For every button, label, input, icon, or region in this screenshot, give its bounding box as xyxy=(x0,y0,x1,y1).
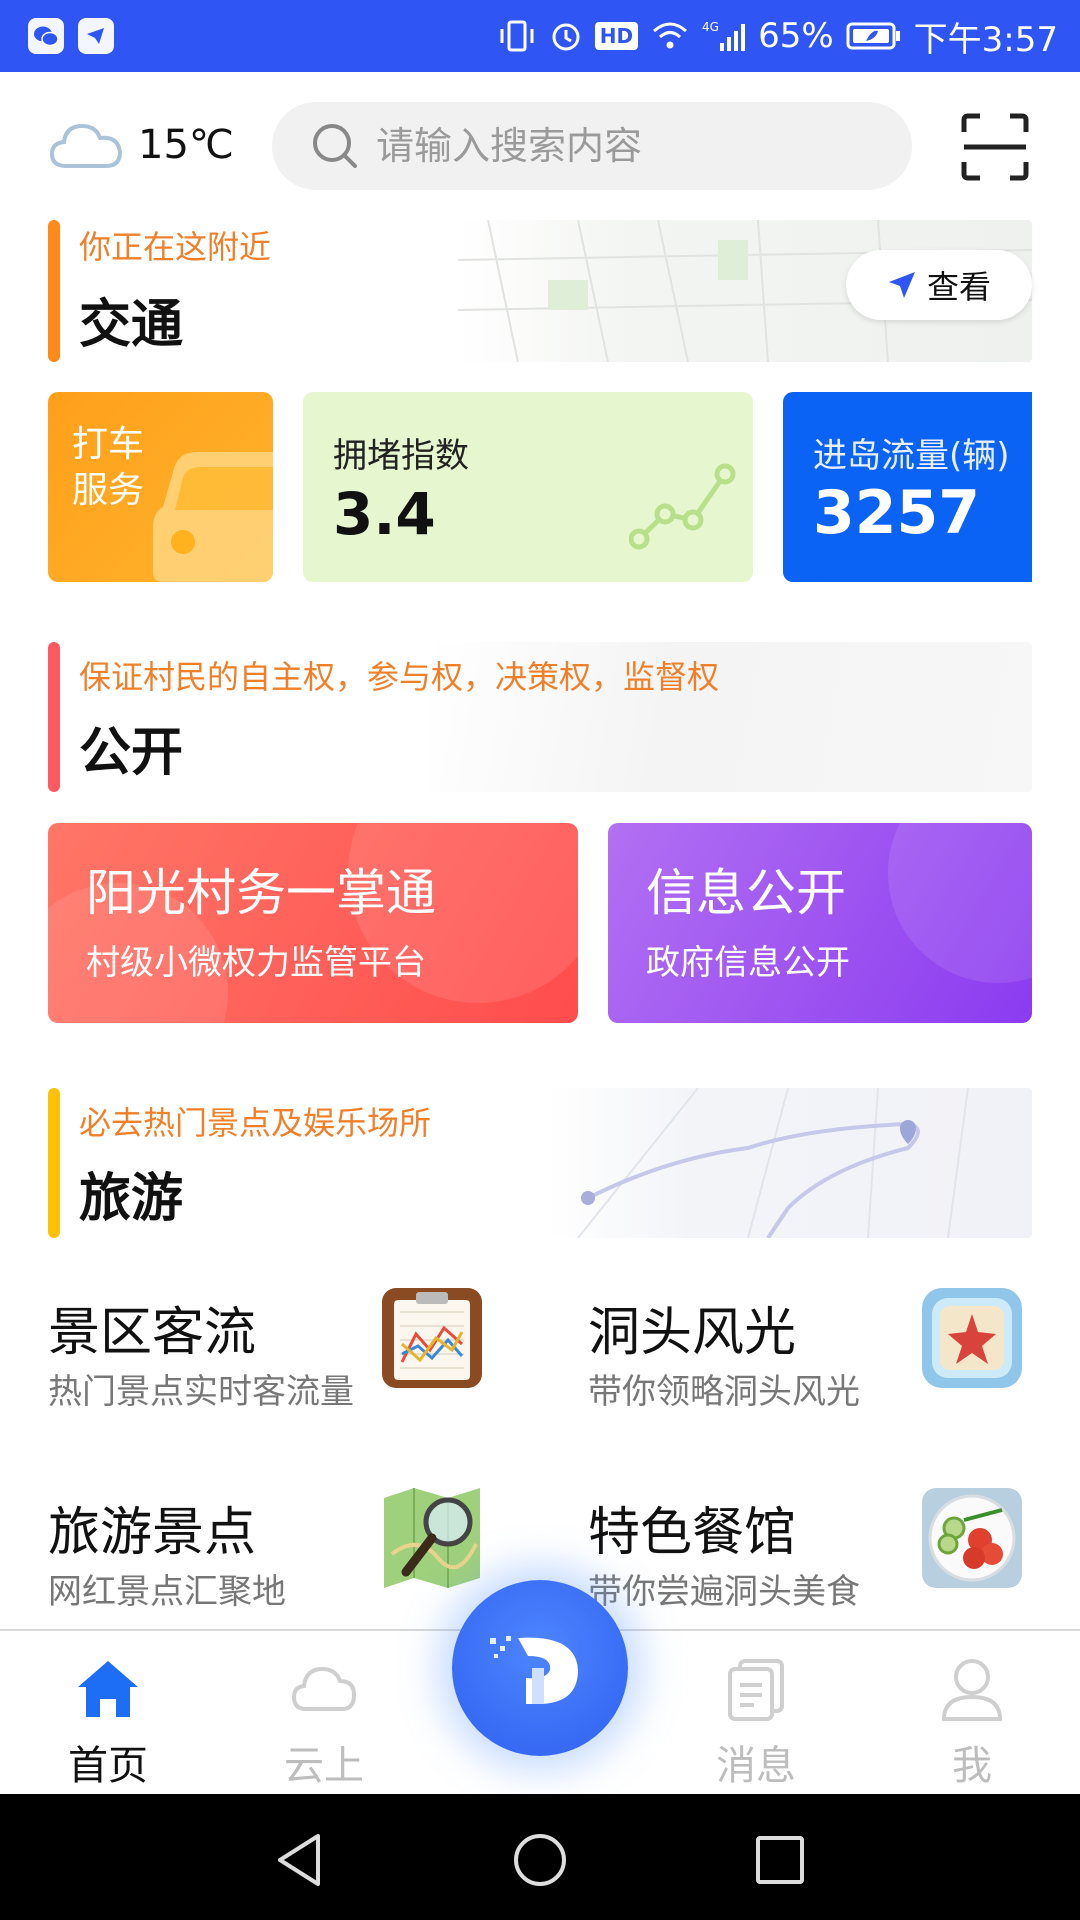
traffic-section-header: 你正在这附近 交通 查看 xyxy=(48,220,1032,362)
temperature: 15℃ xyxy=(138,122,234,168)
section-subtitle: 你正在这附近 xyxy=(79,228,272,266)
specialty-restaurants-item[interactable]: 特色餐馆 带你尝遍洞头美食 xyxy=(588,1488,1078,1640)
sunshine-village-card[interactable]: 阳光村务一掌通 村级小微权力监管平台 xyxy=(48,823,578,1023)
trend-line-icon xyxy=(629,463,736,550)
navigation-arrow-icon xyxy=(888,272,915,298)
section-accent-bar xyxy=(48,1088,60,1238)
battery-icon xyxy=(846,19,902,53)
search-icon xyxy=(313,124,357,168)
card-title: 信息公开 xyxy=(646,864,846,922)
svg-text:4G: 4G xyxy=(702,20,719,34)
map-magnifier-icon xyxy=(384,1488,480,1588)
recent-apps-icon[interactable] xyxy=(750,1830,810,1890)
congestion-index-card[interactable]: 拥堵指数 3.4 xyxy=(303,392,753,582)
vibrate-icon xyxy=(497,19,537,53)
item-subtitle: 热门景点实时客流量 xyxy=(48,1372,354,1412)
island-traffic-card[interactable]: 进岛流量(辆) 3257 xyxy=(783,392,1032,582)
starfish-icon xyxy=(922,1288,1022,1388)
section-subtitle: 必去热门景点及娱乐场所 xyxy=(79,1104,432,1142)
search-bar[interactable] xyxy=(272,102,912,190)
card-title: 阳光村务一掌通 xyxy=(86,864,436,922)
alarm-icon xyxy=(549,19,583,53)
clock-time: 下午3:57 xyxy=(913,19,1058,60)
weather-widget[interactable]: 15℃ xyxy=(48,118,234,172)
scan-icon[interactable] xyxy=(960,112,1030,182)
dongtou-scenery-item[interactable]: 洞头风光 带你领略洞头风光 xyxy=(588,1288,1078,1440)
info-disclosure-card[interactable]: 信息公开 政府信息公开 xyxy=(608,823,1032,1023)
section-accent-bar xyxy=(48,220,60,362)
tourism-section-header: 必去热门景点及娱乐场所 旅游 xyxy=(48,1088,1032,1238)
car-icon xyxy=(153,452,273,582)
section-title: 交通 xyxy=(79,295,184,355)
top-bar: 15℃ xyxy=(0,72,1080,220)
congestion-index-value: 3.4 xyxy=(333,480,436,548)
card-subtitle: 村级小微权力监管平台 xyxy=(86,943,426,983)
signal-icon: 4G xyxy=(702,19,746,53)
nav-messages[interactable]: 消息 xyxy=(696,1653,816,1791)
item-subtitle: 带你领略洞头风光 xyxy=(588,1372,860,1412)
island-traffic-label: 进岛流量(辆) xyxy=(813,436,1010,476)
center-app-button[interactable] xyxy=(452,1580,628,1756)
island-traffic-value: 3257 xyxy=(813,478,980,548)
home-icon xyxy=(78,1661,138,1717)
congestion-index-label: 拥堵指数 xyxy=(333,436,469,476)
nav-home[interactable]: 首页 xyxy=(48,1653,168,1791)
scenic-traffic-item[interactable]: 景区客流 热门景点实时客流量 xyxy=(48,1288,538,1440)
food-plate-icon xyxy=(922,1488,1022,1588)
item-title: 旅游景点 xyxy=(48,1503,257,1563)
item-title: 景区客流 xyxy=(48,1303,257,1363)
route-map-background xyxy=(548,1088,1032,1238)
hd-badge: HD xyxy=(594,22,639,50)
home-circle-icon[interactable] xyxy=(510,1830,570,1890)
nav-label: 我 xyxy=(952,1743,992,1789)
view-button[interactable]: 查看 xyxy=(846,250,1032,320)
section-title: 旅游 xyxy=(79,1169,184,1229)
cloud-icon xyxy=(291,1666,357,1711)
cloud-weather-icon xyxy=(49,123,123,168)
message-icon xyxy=(728,1659,784,1721)
battery-percent: 65% xyxy=(758,16,834,56)
section-accent-bar xyxy=(48,642,60,792)
item-subtitle: 带你尝遍洞头美食 xyxy=(588,1572,860,1612)
tourist-spots-item[interactable]: 旅游景点 网红景点汇聚地 xyxy=(48,1488,538,1640)
nav-cloud[interactable]: 云上 xyxy=(264,1653,384,1791)
nav-me[interactable]: 我 xyxy=(912,1653,1032,1791)
item-title: 特色餐馆 xyxy=(588,1503,797,1563)
clipboard-chart-icon xyxy=(382,1288,482,1388)
public-section-header: 保证村民的自主权，参与权，决策权，监督权 公开 xyxy=(48,642,1032,792)
user-icon xyxy=(941,1659,1003,1721)
item-title: 洞头风光 xyxy=(588,1303,797,1363)
wechat-icon xyxy=(28,18,64,54)
item-subtitle: 网红景点汇聚地 xyxy=(48,1572,286,1612)
nav-label: 首页 xyxy=(68,1743,148,1789)
system-navigation-bar xyxy=(0,1794,1080,1920)
wifi-icon xyxy=(650,19,690,53)
view-button-label: 查看 xyxy=(926,268,991,306)
nav-label: 云上 xyxy=(284,1743,364,1789)
section-title: 公开 xyxy=(79,723,184,783)
status-bar: HD 4G 65% 下午3:57 xyxy=(0,0,1080,72)
app-logo-icon xyxy=(490,1636,578,1704)
card-subtitle: 政府信息公开 xyxy=(646,943,850,983)
section-subtitle: 保证村民的自主权，参与权，决策权，监督权 xyxy=(79,658,720,696)
nav-label: 消息 xyxy=(716,1743,796,1789)
back-icon[interactable] xyxy=(270,1830,330,1890)
app-notification-icon xyxy=(78,18,114,54)
search-input[interactable] xyxy=(376,124,876,168)
taxi-service-card[interactable]: 打车服务 xyxy=(48,392,273,582)
